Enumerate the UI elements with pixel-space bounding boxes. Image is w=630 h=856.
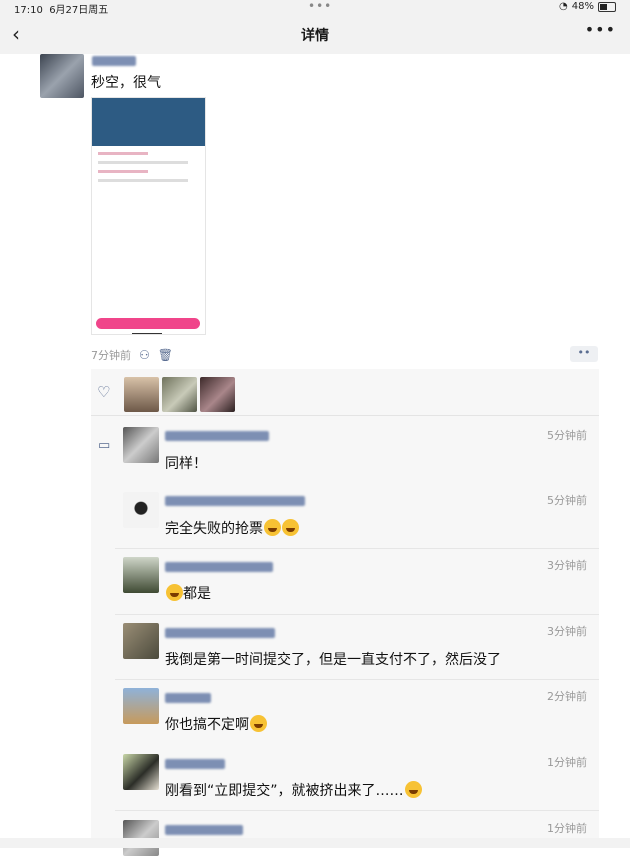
comment-text: 我倒是第一时间提交了，但是一直支付不了，然后没了 bbox=[165, 652, 501, 668]
likes-row: ♡ bbox=[91, 369, 599, 416]
like-avatar[interactable] bbox=[162, 377, 197, 412]
comment-text: 都是 bbox=[165, 583, 211, 603]
commenter-avatar[interactable] bbox=[123, 754, 159, 790]
divider bbox=[115, 679, 599, 680]
image-line bbox=[98, 161, 188, 164]
battery-percent: 48% bbox=[571, 1, 594, 12]
comment-item: 3分钟前 我倒是第一时间提交了，但是一直支付不了，然后没了 bbox=[91, 623, 599, 683]
like-avatar[interactable] bbox=[124, 377, 159, 412]
commenter-name[interactable] bbox=[165, 431, 269, 441]
commenter-avatar[interactable] bbox=[123, 688, 159, 724]
wifi-icon: ◔ bbox=[559, 1, 568, 12]
comment-text: 完全失败的抢票 bbox=[165, 518, 299, 538]
grin-emoji-icon bbox=[250, 715, 267, 732]
comment-item: 1分钟前 刚看到“立即提交”，就被挤出来了…… bbox=[91, 754, 599, 814]
post-actions-button[interactable]: •• bbox=[570, 346, 598, 362]
page-title: 详情 bbox=[301, 28, 329, 44]
crying-emoji-icon bbox=[264, 519, 281, 536]
image-line bbox=[98, 152, 148, 155]
grin-emoji-icon bbox=[166, 584, 183, 601]
comment-text: 刚看到“立即提交”，就被挤出来了…… bbox=[165, 780, 422, 800]
comment-time: 2分钟前 bbox=[547, 690, 587, 703]
comment-item: 5分钟前 同样！ bbox=[91, 427, 599, 487]
comment-time: 3分钟前 bbox=[547, 559, 587, 572]
image-line bbox=[98, 179, 188, 182]
post-author-name[interactable] bbox=[92, 56, 136, 66]
post-text: 秒空，很气 bbox=[91, 75, 161, 91]
post-time: 7分钟前 bbox=[91, 349, 131, 362]
comment-time: 5分钟前 bbox=[547, 494, 587, 507]
person-icon[interactable]: ⚇ bbox=[139, 348, 150, 362]
status-right: ◔ 48% bbox=[559, 1, 616, 12]
commenter-avatar[interactable] bbox=[123, 427, 159, 463]
battery-icon bbox=[598, 1, 616, 12]
commenter-name[interactable] bbox=[165, 825, 243, 835]
status-bar: 17:10 6月27日周五 ••• ◔ 48% bbox=[0, 0, 630, 16]
comment-time: 3分钟前 bbox=[547, 625, 587, 638]
divider bbox=[115, 614, 599, 615]
bottom-bar bbox=[0, 838, 630, 848]
comment-item: 5分钟前 完全失败的抢票 bbox=[91, 492, 599, 552]
more-button[interactable]: ••• bbox=[585, 20, 616, 39]
image-header bbox=[92, 98, 205, 146]
interaction-panel: ♡ ▭ 5分钟前 同样！ 5分钟前 完全失败的抢票 3分钟前 都是 3分钟前 我… bbox=[91, 369, 599, 856]
comment-item: 2分钟前 你也搞不定啊 bbox=[91, 688, 599, 748]
like-avatar[interactable] bbox=[200, 377, 235, 412]
crying-emoji-icon bbox=[404, 781, 422, 798]
comment-text: 你也搞不定啊 bbox=[165, 714, 267, 734]
commenter-name[interactable] bbox=[165, 628, 275, 638]
image-line bbox=[98, 170, 148, 173]
commenter-name[interactable] bbox=[165, 759, 225, 769]
commenter-name[interactable] bbox=[165, 693, 211, 703]
commenter-avatar[interactable] bbox=[123, 623, 159, 659]
nav-bar: ‹ 详情 ••• bbox=[0, 14, 630, 54]
divider bbox=[115, 548, 599, 549]
divider bbox=[115, 810, 599, 811]
commenter-name[interactable] bbox=[165, 496, 305, 506]
comment-item: 3分钟前 都是 bbox=[91, 557, 599, 617]
comment-time: 5分钟前 bbox=[547, 429, 587, 442]
crying-emoji-icon bbox=[282, 519, 299, 536]
comment-time: 1分钟前 bbox=[547, 756, 587, 769]
post-image[interactable] bbox=[91, 97, 206, 335]
comment-time: 1分钟前 bbox=[547, 822, 587, 835]
image-home-indicator bbox=[132, 333, 162, 334]
commenter-avatar[interactable] bbox=[123, 557, 159, 593]
commenter-name[interactable] bbox=[165, 562, 273, 572]
trash-icon[interactable]: 🗑 bbox=[158, 348, 173, 362]
commenter-avatar[interactable] bbox=[123, 492, 159, 528]
heart-icon: ♡ bbox=[97, 383, 111, 401]
multitask-dots[interactable]: ••• bbox=[308, 0, 332, 13]
post-meta: 7分钟前 ⚇ 🗑 bbox=[91, 347, 173, 363]
post-author-avatar[interactable] bbox=[40, 54, 84, 98]
image-button bbox=[96, 318, 200, 329]
comment-text: 同样！ bbox=[165, 456, 207, 472]
